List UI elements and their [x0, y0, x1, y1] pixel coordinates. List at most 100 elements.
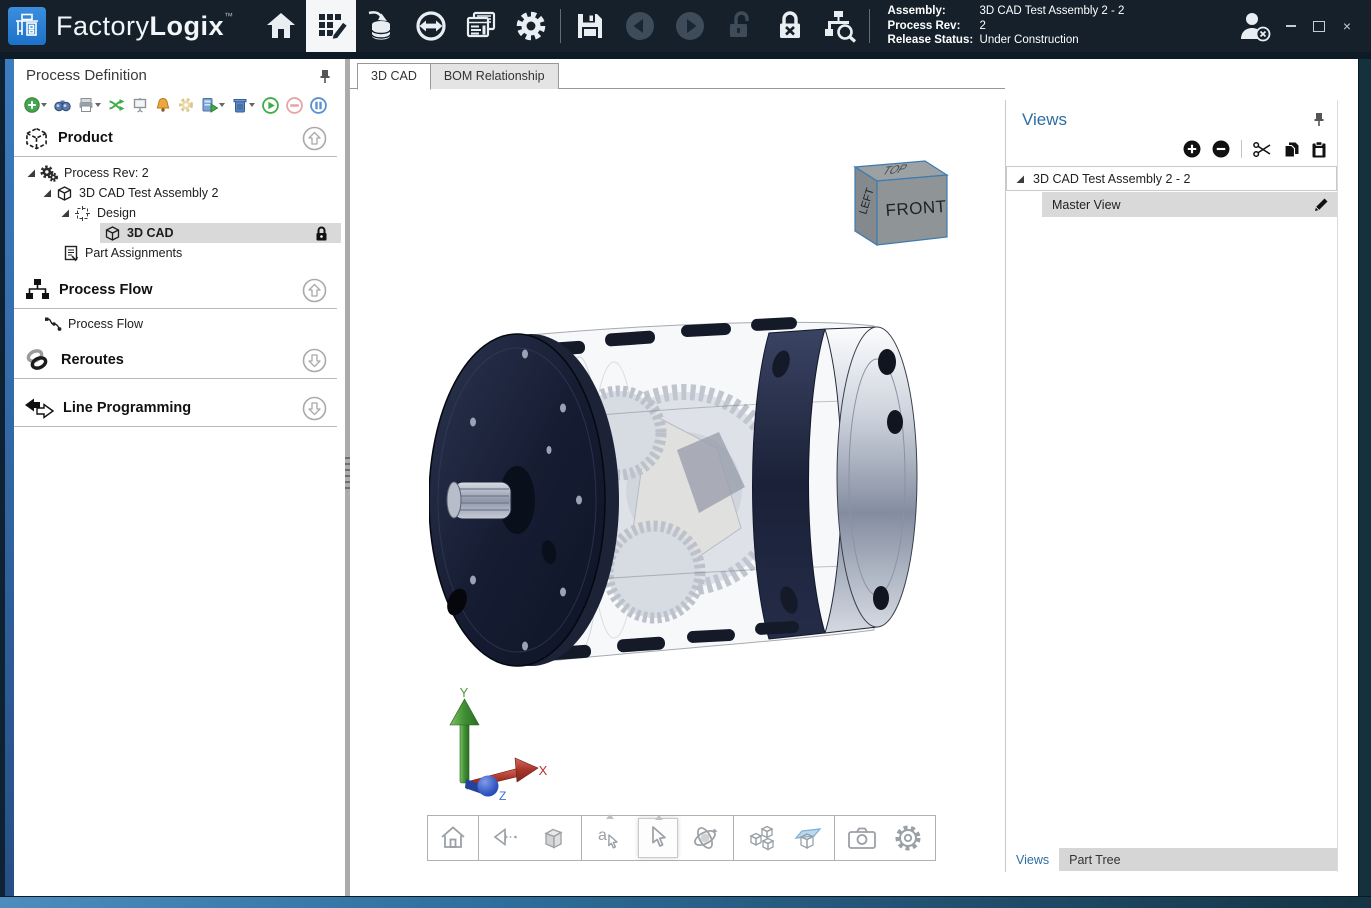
bell-button[interactable]: [155, 97, 171, 113]
cut-button[interactable]: [1253, 141, 1272, 158]
close-button[interactable]: ×: [1333, 14, 1361, 38]
views-tree-child-label: Master View: [1052, 198, 1121, 212]
save-button[interactable]: [565, 0, 615, 52]
section-reroutes[interactable]: Reroutes: [14, 342, 337, 379]
cad-model-gearbox: [429, 300, 934, 690]
tree-item-3d-cad[interactable]: 3D CAD: [100, 223, 341, 243]
reports-button[interactable]: [456, 0, 506, 52]
minimize-button[interactable]: [1277, 14, 1305, 38]
materials-button[interactable]: [356, 0, 406, 52]
process-rev-label: Process Rev:: [888, 19, 980, 34]
settings-button[interactable]: [506, 0, 556, 52]
cube-icon: [104, 225, 121, 242]
expand-section-button[interactable]: [302, 348, 327, 373]
data-transfer-icon: [414, 9, 448, 43]
remove-view-button[interactable]: [1212, 140, 1230, 158]
collapse-section-button[interactable]: [302, 278, 327, 303]
assembly-info: Assembly:3D CAD Test Assembly 2 - 2 Proc…: [888, 4, 1125, 48]
activate-button[interactable]: [262, 97, 279, 114]
view-cube[interactable]: TOP LEFT FRONT: [847, 153, 953, 249]
tab-3d-cad[interactable]: 3D CAD: [357, 63, 431, 90]
window-frame-right: [1358, 59, 1371, 896]
add-button[interactable]: [24, 97, 47, 113]
process-flow-icon: [24, 277, 50, 303]
select-label-button[interactable]: a: [590, 818, 630, 858]
views-tree-master-view[interactable]: Master View: [1042, 192, 1337, 217]
rework-button[interactable]: [108, 97, 125, 113]
tree-item-part-assignments[interactable]: Part Assignments: [14, 243, 395, 263]
tree-item-process-flow[interactable]: Process Flow: [14, 314, 375, 334]
pin-icon[interactable]: [1313, 112, 1325, 127]
process-design-button[interactable]: [306, 0, 356, 52]
section-label: Process Flow: [59, 282, 293, 298]
process-design-icon: [314, 9, 348, 43]
find-button[interactable]: [54, 97, 71, 113]
home-view-button[interactable]: [433, 818, 473, 858]
expand-section-button[interactable]: [302, 396, 327, 421]
add-view-button[interactable]: [1183, 140, 1201, 158]
explode-view-button[interactable]: [741, 818, 781, 858]
pin-icon[interactable]: [319, 69, 331, 84]
select-button[interactable]: [638, 818, 678, 858]
data-transfer-button[interactable]: [406, 0, 456, 52]
expander-icon[interactable]: [42, 188, 52, 198]
section-label: Product: [58, 130, 293, 146]
titlebar: FactoryLogix™: [0, 0, 1371, 52]
tree-item-label: Process Rev: 2: [64, 166, 149, 180]
shaded-view-button[interactable]: [533, 818, 573, 858]
tree-item-design[interactable]: Design: [14, 203, 391, 223]
cad-viewport[interactable]: TOP LEFT FRONT: [350, 89, 1005, 896]
navigate-back-button[interactable]: [615, 0, 665, 52]
main-tabstrip: 3D CAD BOM Relationship: [357, 63, 559, 90]
tab-views[interactable]: Views: [1006, 848, 1059, 871]
expander-icon[interactable]: [26, 168, 36, 178]
section-line-programming[interactable]: Line Programming: [14, 390, 337, 427]
maximize-button[interactable]: [1305, 14, 1333, 38]
unlock-icon: [726, 10, 754, 42]
presentation-button[interactable]: [132, 97, 148, 113]
look-at-button[interactable]: [486, 818, 526, 858]
forward-icon: [673, 9, 707, 43]
deactivate-button[interactable]: [286, 97, 303, 114]
export-button[interactable]: [201, 97, 225, 113]
view-settings-button[interactable]: [888, 818, 928, 858]
toolbar-separator: [869, 9, 870, 43]
tree-item-label: Part Assignments: [85, 246, 182, 260]
assembly-search-button[interactable]: [815, 0, 865, 52]
design-icon: [74, 205, 91, 222]
tab-part-tree[interactable]: Part Tree: [1059, 848, 1130, 871]
suspend-button[interactable]: [310, 97, 327, 114]
expander-icon[interactable]: [60, 208, 70, 218]
line-programming-icon: [24, 397, 54, 419]
unlock-button[interactable]: [715, 0, 765, 52]
lock-icon: [314, 225, 329, 242]
orbit-button[interactable]: [685, 818, 725, 858]
section-view-button[interactable]: [788, 818, 828, 858]
edit-pencil-icon[interactable]: [1313, 197, 1329, 213]
materials-icon: [366, 10, 396, 42]
snapshot-button[interactable]: [842, 818, 882, 858]
section-product[interactable]: Product: [14, 120, 337, 157]
dropdown-caret-icon: [219, 103, 225, 107]
user-logout-button[interactable]: [1233, 0, 1277, 52]
main-area: 3D CAD BOM Relationship TOP LEFT FRONT: [350, 59, 1005, 896]
section-process-flow[interactable]: Process Flow: [14, 272, 337, 309]
copy-button[interactable]: [1283, 141, 1300, 158]
print-button[interactable]: [78, 97, 101, 113]
lock-close-button[interactable]: [765, 0, 815, 52]
collapse-section-button[interactable]: [302, 126, 327, 151]
minimize-icon: [1286, 25, 1296, 27]
tree-item-process-rev[interactable]: Process Rev: 2: [14, 163, 357, 183]
expander-icon[interactable]: [1015, 174, 1025, 184]
tab-bom-relationship[interactable]: BOM Relationship: [431, 63, 559, 90]
navigate-forward-button[interactable]: [665, 0, 715, 52]
paste-button[interactable]: [1311, 141, 1327, 158]
factorylogix-window: { "titlebar": { "brand_factory": "Factor…: [0, 0, 1371, 907]
views-tree-root[interactable]: 3D CAD Test Assembly 2 - 2: [1006, 166, 1337, 191]
gear-button[interactable]: [178, 97, 194, 113]
home-button[interactable]: [256, 0, 306, 52]
tree-item-assembly[interactable]: 3D CAD Test Assembly 2: [14, 183, 373, 203]
delete-button[interactable]: [232, 97, 255, 113]
cube-icon: [56, 185, 73, 202]
dropdown-caret-icon: [41, 103, 47, 107]
